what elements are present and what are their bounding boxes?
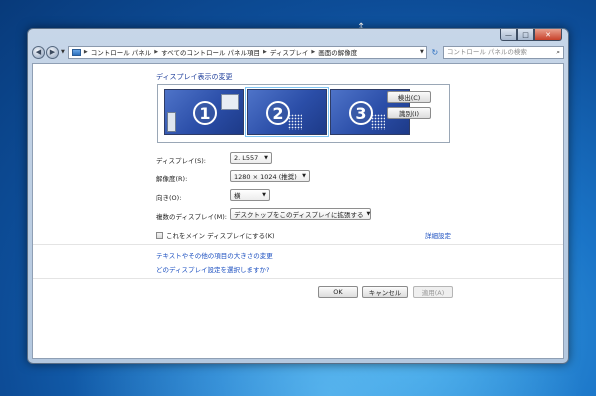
search-input[interactable] xyxy=(446,48,557,56)
close-button[interactable]: ✕ xyxy=(534,29,562,41)
chevron-down-icon: ▼ xyxy=(262,192,266,198)
resolution-select[interactable]: 1280 × 1024 (推奨) ▼ xyxy=(230,170,310,182)
multiple-displays-label: 複数のディスプレイ(M): xyxy=(156,213,227,221)
breadcrumb-screen-resolution[interactable]: 画面の解像度 xyxy=(318,47,357,57)
detect-button[interactable]: 検出(C) xyxy=(387,91,431,103)
chevron-down-icon: ▼ xyxy=(302,173,306,179)
monitor-1[interactable]: 1 xyxy=(164,89,244,135)
chevron-right-icon[interactable]: ▶ xyxy=(84,49,88,55)
recent-pages-dropdown-icon[interactable]: ▼ xyxy=(61,49,65,55)
monitor-number: 1 xyxy=(193,101,217,125)
icon-grid-thumbnail xyxy=(288,114,302,130)
window-thumbnail-icon xyxy=(221,94,239,110)
multiple-displays-value: デスクトップをこのディスプレイに拡張する xyxy=(234,211,364,219)
chevron-right-icon[interactable]: ▶ xyxy=(154,49,158,55)
main-display-label: これをメイン ディスプレイにする(K) xyxy=(166,232,275,240)
chevron-right-icon[interactable]: ▶ xyxy=(263,49,267,55)
multiple-displays-select[interactable]: デスクトップをこのディスプレイに拡張する ▼ xyxy=(230,208,371,220)
forward-button[interactable]: ▶ xyxy=(46,45,59,59)
orientation-select[interactable]: 横 ▼ xyxy=(230,189,270,201)
display-value: 2. L557 xyxy=(234,154,259,162)
minimize-button[interactable]: — xyxy=(500,29,517,41)
ok-button[interactable]: OK xyxy=(318,286,358,298)
address-dropdown-icon[interactable]: ▼ xyxy=(420,49,426,55)
page-title: ディスプレイ表示の変更 xyxy=(156,73,233,81)
search-box[interactable]: ⌕ xyxy=(442,45,564,59)
resolution-value: 1280 × 1024 (推奨) xyxy=(234,173,297,181)
chevron-down-icon: ▼ xyxy=(366,211,371,217)
display-help-link[interactable]: どのディスプレイ設定を選択しますか? xyxy=(156,264,270,274)
breadcrumb-control-panel[interactable]: コントロール パネル xyxy=(91,47,152,57)
navigation-toolbar: ◀ ▶ ▼ ▶ コントロール パネル ▶ すべてのコントロール パネル項目 ▶ … xyxy=(32,43,564,61)
sidebar-thumbnail-icon xyxy=(167,112,176,132)
cancel-button[interactable]: キャンセル xyxy=(362,286,408,298)
control-panel-window: — □ ✕ ◀ ▶ ▼ ▶ コントロール パネル ▶ すべてのコントロール パネ… xyxy=(27,28,569,364)
main-display-checkbox[interactable] xyxy=(156,231,163,239)
identify-button[interactable]: 識別(I) xyxy=(387,107,431,119)
display-label: ディスプレイ(S): xyxy=(156,157,206,165)
refresh-icon[interactable]: ↻ xyxy=(429,46,441,59)
content-pane: ディスプレイ表示の変更 1 2 3 検出(C) 識別(I) ディスプレイ(S):… xyxy=(32,63,564,359)
maximize-button[interactable]: □ xyxy=(517,29,534,41)
resolution-label: 解像度(R): xyxy=(156,175,188,183)
monitor-number: 3 xyxy=(349,101,373,125)
orientation-value: 横 xyxy=(234,192,241,200)
breadcrumb-all-items[interactable]: すべてのコントロール パネル項目 xyxy=(161,47,260,57)
chevron-down-icon: ▼ xyxy=(264,155,268,161)
apply-button[interactable]: 適用(A) xyxy=(413,286,453,298)
monitor-2[interactable]: 2 xyxy=(245,87,329,137)
chevron-right-icon[interactable]: ▶ xyxy=(311,49,315,55)
search-icon[interactable]: ⌕ xyxy=(556,48,560,57)
icon-grid-thumbnail xyxy=(371,114,385,130)
divider xyxy=(33,244,563,245)
text-size-link[interactable]: テキストやその他の項目の大きさの変更 xyxy=(156,250,273,260)
breadcrumb-display[interactable]: ディスプレイ xyxy=(270,47,309,57)
monitor-number: 2 xyxy=(266,101,290,125)
control-panel-icon xyxy=(71,48,81,56)
address-bar[interactable]: ▶ コントロール パネル ▶ すべてのコントロール パネル項目 ▶ ディスプレイ… xyxy=(67,45,427,59)
display-select[interactable]: 2. L557 ▼ xyxy=(230,152,272,164)
divider xyxy=(33,278,563,279)
back-button[interactable]: ◀ xyxy=(32,45,45,59)
advanced-settings-link[interactable]: 詳細設定 xyxy=(425,230,451,240)
monitor-arrangement-panel: 1 2 3 検出(C) 識別(I) xyxy=(157,84,450,143)
caption-buttons: — □ ✕ xyxy=(500,29,562,41)
main-display-option[interactable]: これをメイン ディスプレイにする(K) xyxy=(156,230,275,240)
orientation-label: 向き(O): xyxy=(156,194,182,202)
